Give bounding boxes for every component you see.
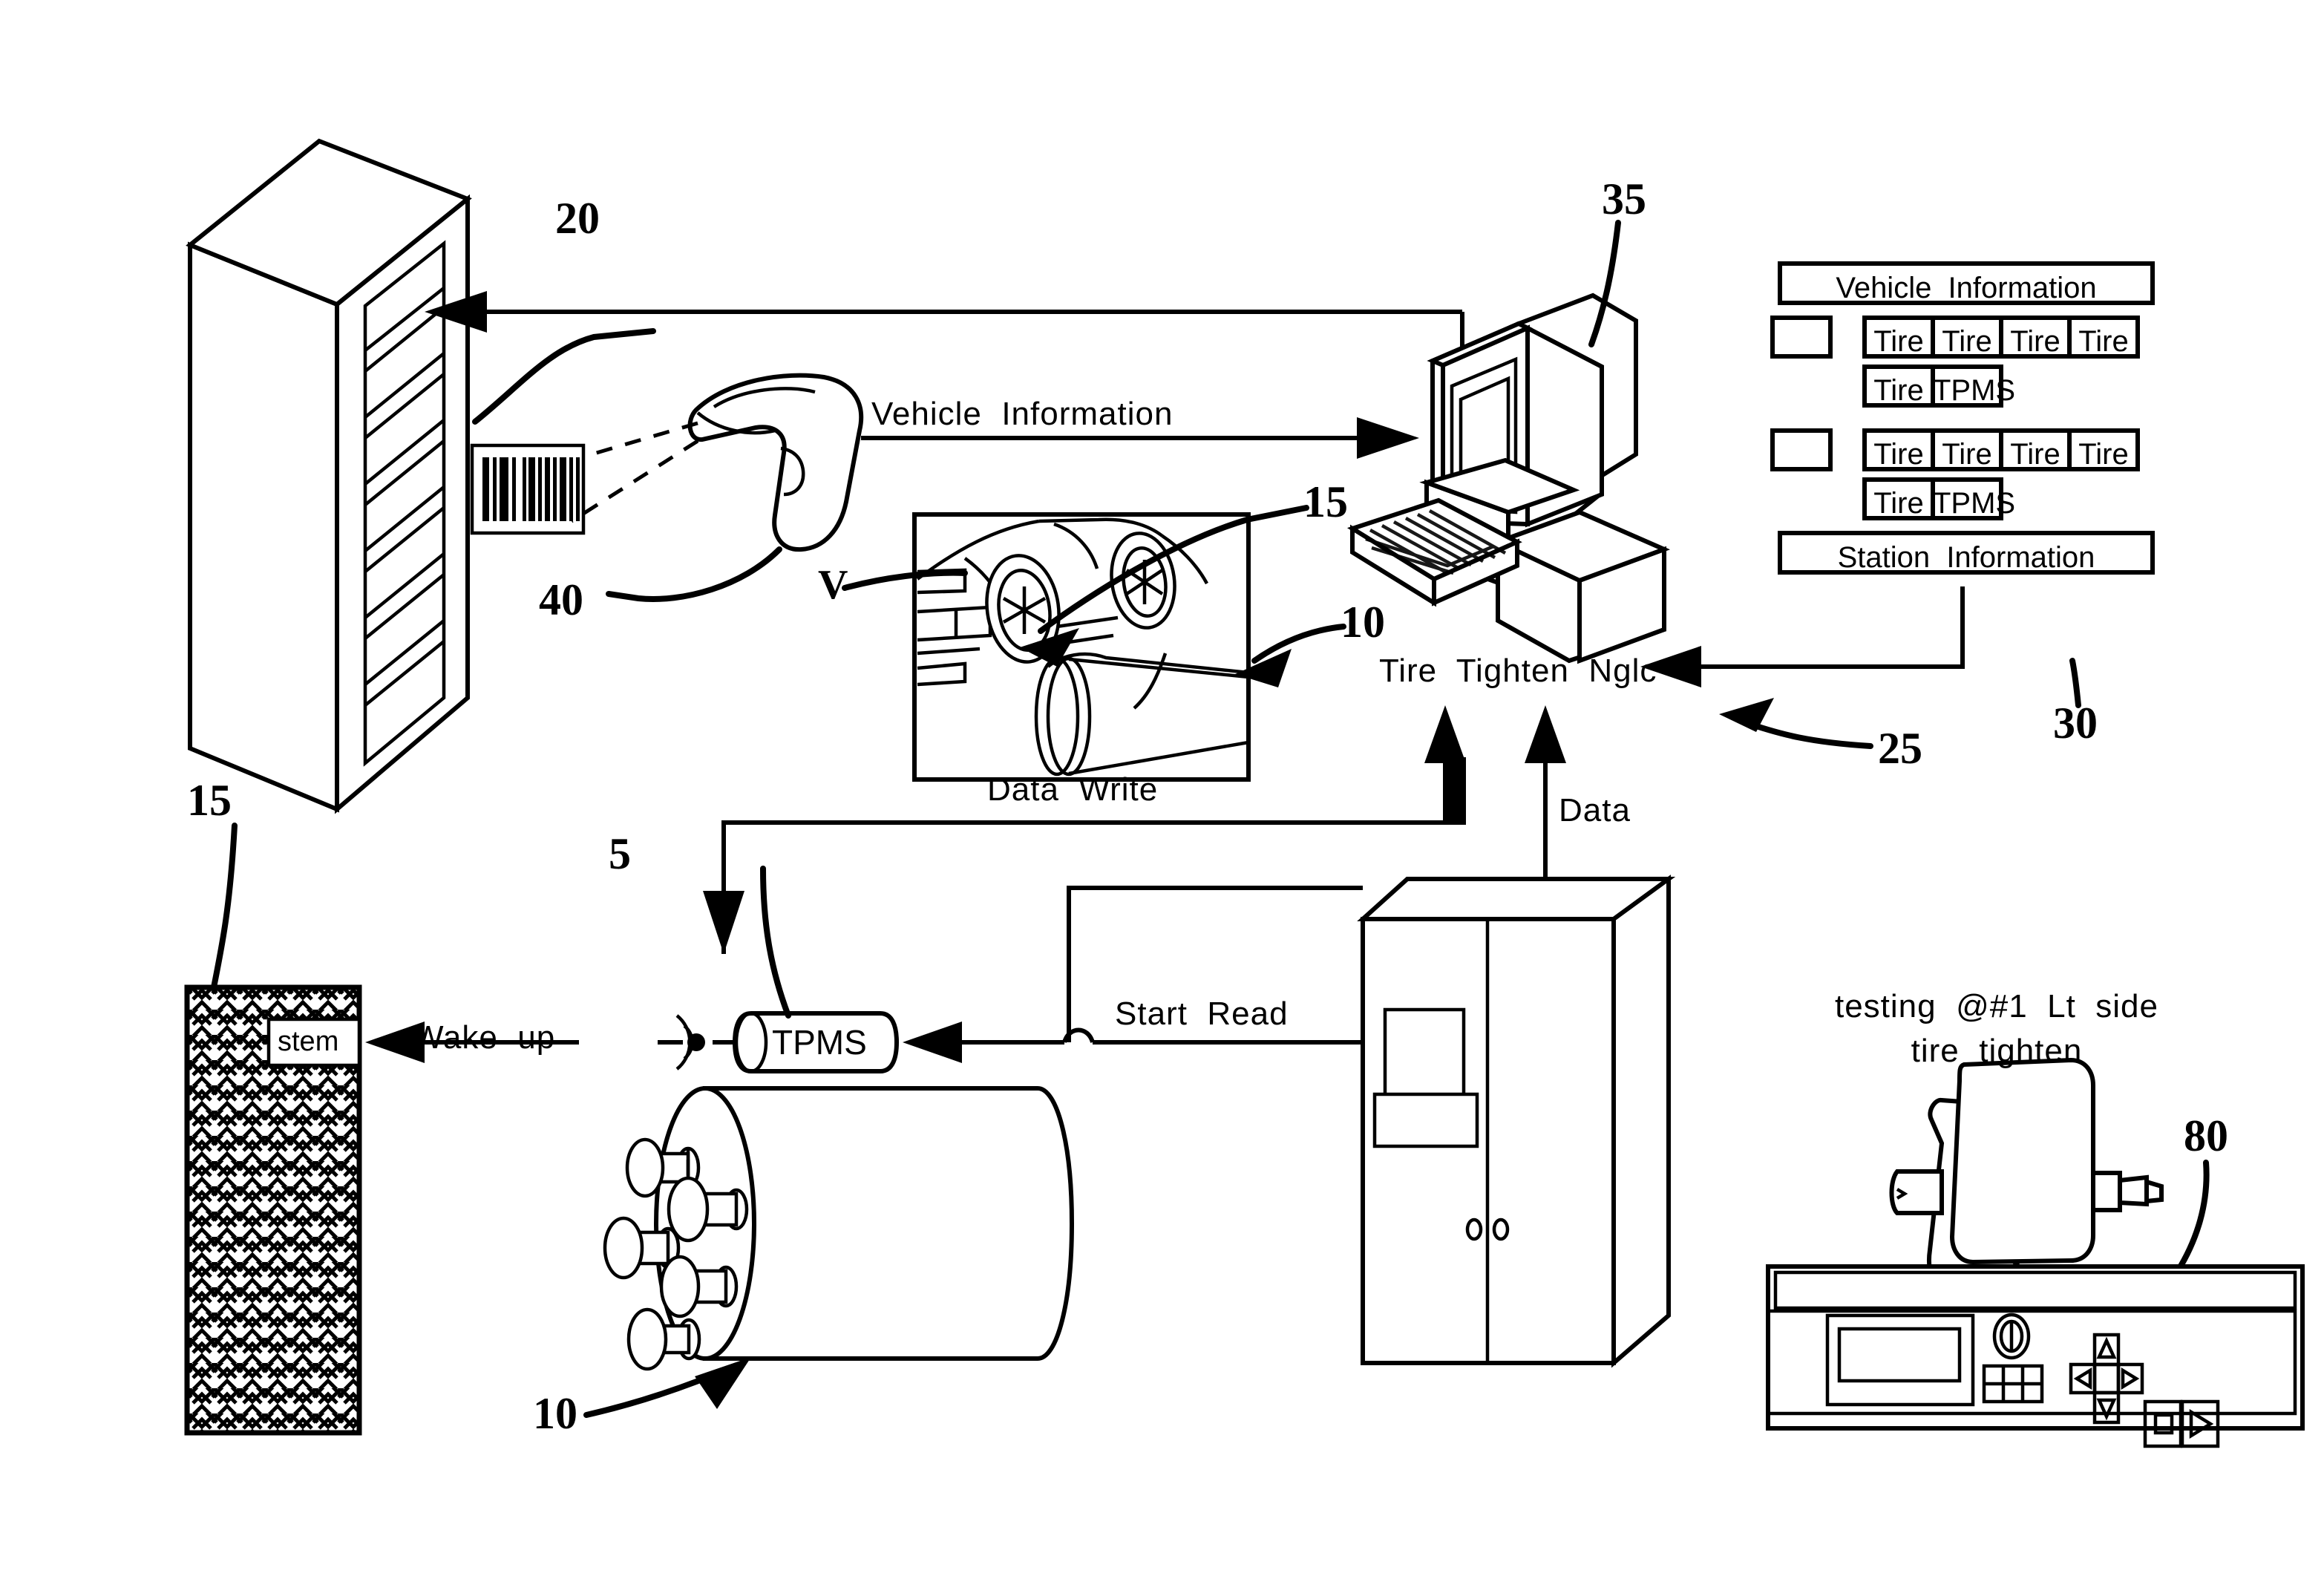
drum-hub-graphic — [603, 1086, 1075, 1371]
leader-line-25 — [1740, 719, 1873, 749]
barcode-scanner-graphic — [687, 373, 864, 552]
arrow-start-read-to-tpms — [903, 1022, 1064, 1063]
test-cabinet-graphic — [1357, 875, 1676, 1368]
scan-beam-lower — [570, 439, 699, 523]
flow-label-tire-tighten-nglc: Tire Tighten Nglc — [1379, 653, 1657, 689]
node-label-stem: stem — [278, 1026, 339, 1057]
node-label-v: V — [818, 562, 848, 608]
ref-numeral-5: 5 — [609, 829, 631, 878]
info-cell-g2-r1-c3: Tire — [2010, 438, 2060, 471]
diagram-vector-layer — [184, 138, 2305, 1448]
info-panel-boxes — [1770, 261, 2155, 575]
patent-diagram-canvas: Vehicle Information Data Write Wake up S… — [0, 0, 2324, 1582]
info-cell-g2-r1-c4: Tire — [2078, 438, 2129, 471]
info-cell-g1-r1-c3: Tire — [2010, 325, 2060, 358]
info-cell-g2-r1-c1: Tire — [1873, 438, 1924, 471]
leader-line-40 — [606, 546, 782, 602]
info-panel-footer: Station Information — [1837, 541, 2095, 574]
leader-line-80 — [2175, 1160, 2210, 1274]
info-cell-g1-r2-c2: TPMS — [1933, 374, 2016, 407]
desktop-computer-graphic — [1346, 292, 1671, 664]
arrow-station-information-to-computer — [1640, 586, 1965, 687]
info-panel-header: Vehicle Information — [1836, 272, 2097, 304]
ref-numeral-10-drum: 10 — [533, 1389, 577, 1438]
leader-line-15-tire — [211, 823, 238, 990]
info-cell-g2-r2-c1: Tire — [1873, 487, 1924, 520]
leader-line-5 — [760, 866, 791, 1019]
scan-beam-upper — [586, 421, 698, 458]
ref-numeral-25: 25 — [1878, 724, 1922, 773]
info-cell-g2-r1-c2: Tire — [1942, 438, 1992, 471]
controller-caption-line2: tire tighten — [1911, 1033, 2083, 1069]
ref-numeral-20: 20 — [555, 194, 600, 243]
info-cell-g1-r1-c2: Tire — [1942, 325, 1992, 358]
node-label-tpms-sensor: TPMS — [772, 1023, 867, 1062]
flow-label-wake-up: Wake up — [413, 1019, 556, 1056]
car-photo-frame — [912, 512, 1251, 782]
ref-numeral-80: 80 — [2184, 1111, 2228, 1160]
leader-line-10-car — [1251, 624, 1346, 664]
flow-label-vehicle-information: Vehicle Information — [871, 396, 1174, 432]
info-cell-g1-r1-c1: Tire — [1873, 325, 1924, 358]
ref-numeral-30: 30 — [2053, 699, 2098, 748]
ref-numeral-40: 40 — [539, 575, 583, 624]
flow-label-data: Data — [1559, 792, 1631, 828]
server-tower-graphic — [186, 138, 472, 814]
barcode-graphic — [470, 443, 586, 535]
info-cell-g1-r2-c1: Tire — [1873, 374, 1924, 407]
flow-label-data-write: Data Write — [987, 771, 1159, 808]
controller-caption-line1: testing @#1 Lt side — [1834, 988, 2158, 1024]
lug-bolt-5 — [626, 1307, 701, 1371]
ref-numeral-10-car: 10 — [1341, 598, 1385, 647]
controller-panel-graphic — [1766, 1264, 2305, 1448]
ref-numeral-15-car: 15 — [1303, 477, 1348, 526]
arrow-computer-to-server — [425, 291, 1462, 333]
info-cell-g1-r1-c4: Tire — [2078, 325, 2129, 358]
leader-arrow-10-drum — [695, 1357, 751, 1409]
info-cell-g2-r2-c2: TPMS — [1933, 487, 2016, 520]
handheld-tool-graphic — [1889, 1057, 2164, 1287]
flow-label-start-read: Start Read — [1115, 996, 1289, 1032]
ref-numeral-15-tire: 15 — [187, 776, 232, 825]
ref-numeral-35: 35 — [1602, 174, 1646, 223]
leader-line-20 — [472, 328, 656, 425]
